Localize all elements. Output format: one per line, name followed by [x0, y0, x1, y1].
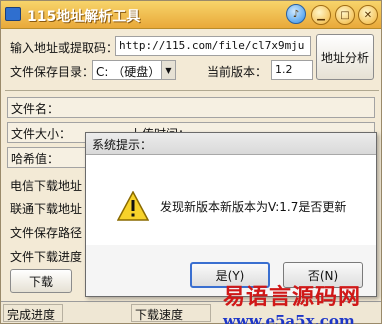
filename-label: 文件名： [11, 102, 60, 116]
minimize-button[interactable]: ▁ [311, 5, 331, 25]
maximize-button[interactable]: □ [335, 5, 355, 25]
chevron-down-icon: ▼ [161, 61, 175, 79]
filename-field: 文件名： [7, 97, 375, 118]
update-dialog: 系统提示： 发现新版本新版本为V:1.7是否更新 是(Y) 否(N) [85, 132, 377, 297]
yes-button[interactable]: 是(Y) [190, 262, 270, 288]
close-button[interactable]: ✕ [358, 5, 378, 25]
app-icon [5, 7, 21, 21]
address-input[interactable]: http://115.com/file/cl7x9mju [115, 36, 311, 56]
version-field: 1.2 [271, 60, 313, 80]
progress-label: 文件下载进度 [10, 250, 83, 264]
dialog-title: 系统提示： [86, 133, 376, 155]
main-window: 115地址解析工具 ♪ ▁ □ ✕ 输入地址或提取码： http://115.c… [0, 0, 382, 324]
title-bar: 115地址解析工具 ♪ ▁ □ ✕ [1, 1, 381, 29]
version-label: 当前版本： [207, 65, 268, 79]
hash-label: 哈希值： [11, 152, 60, 166]
address-label: 输入地址或提取码： [10, 41, 119, 55]
window-title: 115地址解析工具 [27, 9, 141, 25]
save-dir-label: 文件保存目录： [10, 65, 95, 79]
status-bar: 完成进度 下载速度 [1, 301, 381, 323]
status-progress: 完成进度 [3, 304, 63, 322]
save-dir-value: C: （硬盘） [96, 65, 161, 79]
save-dir-select[interactable]: C: （硬盘） ▼ [92, 60, 176, 80]
status-speed: 下载速度 [131, 304, 211, 322]
no-button[interactable]: 否(N) [283, 262, 363, 288]
divider [5, 90, 379, 91]
dialog-message: 发现新版本新版本为V:1.7是否更新 [160, 200, 347, 214]
dialog-body: 发现新版本新版本为V:1.7是否更新 [86, 155, 376, 245]
parse-address-button[interactable]: 地址分析 [316, 34, 374, 80]
unicom-label: 联通下载地址 [10, 202, 83, 216]
maximize-icon: □ [340, 9, 350, 21]
warning-icon [117, 191, 149, 221]
telecom-label: 电信下载地址 [10, 179, 83, 193]
download-button[interactable]: 下载 [10, 269, 72, 293]
minimize-icon: ▁ [317, 9, 325, 21]
close-icon: ✕ [363, 9, 373, 21]
save-path-label: 文件保存路径 [10, 226, 83, 240]
filesize-label: 文件大小： [11, 127, 72, 141]
notification-icon[interactable]: ♪ [286, 4, 306, 24]
